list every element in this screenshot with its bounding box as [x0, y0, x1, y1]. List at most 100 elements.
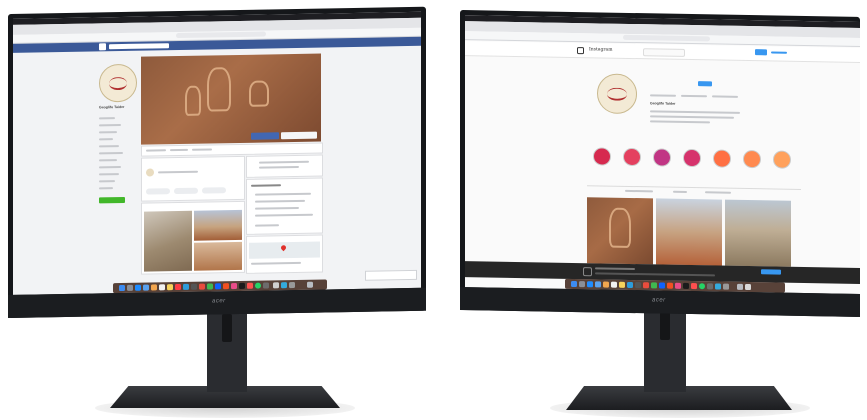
event-button[interactable] — [202, 187, 226, 194]
app-icon[interactable] — [715, 283, 721, 290]
app-icon[interactable] — [207, 283, 213, 290]
story-highlight[interactable] — [773, 150, 791, 169]
photo-group[interactable] — [194, 209, 242, 241]
app-icon[interactable] — [691, 283, 697, 290]
app-icon[interactable] — [263, 282, 269, 289]
story-highlight[interactable] — [743, 149, 761, 169]
mail-icon[interactable] — [595, 281, 601, 288]
safari-icon[interactable] — [135, 284, 141, 291]
ig-post-aerial[interactable] — [725, 199, 791, 267]
trash-icon[interactable] — [737, 283, 743, 290]
photos-icon[interactable] — [151, 284, 157, 291]
calendar-icon[interactable] — [611, 281, 617, 288]
app-icon[interactable] — [723, 283, 729, 290]
notes-icon[interactable] — [167, 284, 173, 291]
composer-prompt[interactable] — [158, 170, 198, 174]
app-icon[interactable] — [191, 283, 197, 290]
facebook-logo-icon[interactable] — [99, 43, 106, 51]
nav-item[interactable] — [99, 180, 115, 183]
nav-item[interactable] — [99, 187, 113, 190]
ig-signup-link[interactable] — [771, 51, 787, 54]
app-icon[interactable] — [239, 282, 245, 289]
nav-item[interactable] — [99, 124, 121, 127]
app-icon[interactable] — [199, 283, 205, 290]
right-stand-cable-slot — [660, 312, 670, 340]
photo-aerial-glyph[interactable] — [144, 210, 192, 272]
photo-desert[interactable] — [194, 241, 242, 271]
ig-post-geoglyph[interactable] — [587, 197, 653, 265]
ig-search-input[interactable] — [643, 48, 685, 57]
promote-button[interactable] — [99, 196, 125, 204]
nav-item[interactable] — [99, 159, 117, 162]
tab-tagged[interactable] — [705, 191, 731, 194]
share-button[interactable] — [192, 148, 212, 151]
app-icon[interactable] — [223, 283, 229, 290]
notes-icon[interactable] — [619, 281, 625, 288]
left-brand-logo: acer — [212, 298, 226, 305]
finder-icon[interactable] — [571, 280, 577, 288]
ig-follow-button[interactable] — [698, 81, 712, 87]
launchpad-icon[interactable] — [127, 284, 133, 291]
ig-post-group[interactable] — [656, 198, 722, 266]
url-field[interactable] — [623, 34, 710, 42]
app-icon[interactable] — [183, 283, 189, 290]
app-icon[interactable] — [215, 283, 221, 290]
like-button[interactable] — [146, 149, 166, 152]
app-icon[interactable] — [635, 282, 641, 289]
nav-item[interactable] — [99, 138, 113, 141]
feeling-button[interactable] — [174, 187, 198, 195]
nav-item[interactable] — [99, 131, 117, 134]
story-highlight[interactable] — [683, 148, 701, 168]
app-icon[interactable] — [651, 282, 657, 289]
ig-stats-following — [712, 95, 738, 98]
nav-item[interactable] — [99, 117, 115, 120]
banner-accept-button[interactable] — [761, 269, 781, 275]
ig-login-button[interactable] — [755, 49, 767, 56]
launchpad-icon[interactable] — [579, 281, 585, 288]
app-icon[interactable] — [675, 282, 681, 289]
app-icon[interactable] — [667, 282, 673, 289]
whatsapp-icon[interactable] — [699, 283, 705, 290]
facebook-search-input[interactable] — [109, 43, 169, 50]
app-icon[interactable] — [247, 282, 253, 289]
url-field[interactable] — [176, 31, 266, 39]
follow-button[interactable] — [170, 148, 188, 152]
info-line — [259, 160, 309, 164]
instagram-wordmark[interactable]: Instagram — [589, 47, 612, 52]
whatsapp-icon[interactable] — [255, 282, 261, 289]
app-icon[interactable] — [231, 283, 237, 290]
composer-avatar — [146, 168, 154, 177]
story-highlight[interactable] — [593, 147, 611, 166]
story-highlight[interactable] — [713, 149, 731, 168]
trash-icon[interactable] — [307, 281, 313, 288]
finder-icon[interactable] — [119, 284, 125, 292]
calendar-icon[interactable] — [159, 284, 165, 291]
story-highlight[interactable] — [623, 147, 641, 167]
ig-profile-picture — [597, 73, 637, 115]
mail-icon[interactable] — [143, 284, 149, 291]
help-icon[interactable] — [273, 282, 279, 289]
app-icon[interactable] — [289, 281, 295, 289]
app-icon[interactable] — [707, 283, 713, 290]
tab-igtv[interactable] — [673, 190, 687, 193]
app-icon[interactable] — [281, 282, 287, 289]
app-icon[interactable] — [659, 282, 665, 289]
story-highlight[interactable] — [653, 148, 671, 167]
nav-item[interactable] — [99, 166, 121, 169]
instagram-camera-icon[interactable] — [577, 47, 584, 55]
app-icon[interactable] — [627, 281, 633, 289]
tab-posts[interactable] — [625, 189, 653, 193]
nav-item[interactable] — [99, 151, 123, 155]
nav-item[interactable] — [99, 145, 119, 148]
send-message-button[interactable] — [251, 132, 279, 140]
app-icon[interactable] — [643, 282, 649, 289]
safari-icon[interactable] — [587, 281, 593, 288]
music-icon[interactable] — [175, 283, 181, 291]
photos-icon[interactable] — [603, 281, 609, 288]
photo-video-button[interactable] — [146, 188, 170, 195]
chat-bar[interactable] — [365, 269, 417, 281]
app-icon[interactable] — [683, 282, 689, 289]
app-icon[interactable] — [745, 283, 751, 291]
send-email-button[interactable] — [281, 131, 317, 140]
nav-item[interactable] — [99, 173, 119, 176]
